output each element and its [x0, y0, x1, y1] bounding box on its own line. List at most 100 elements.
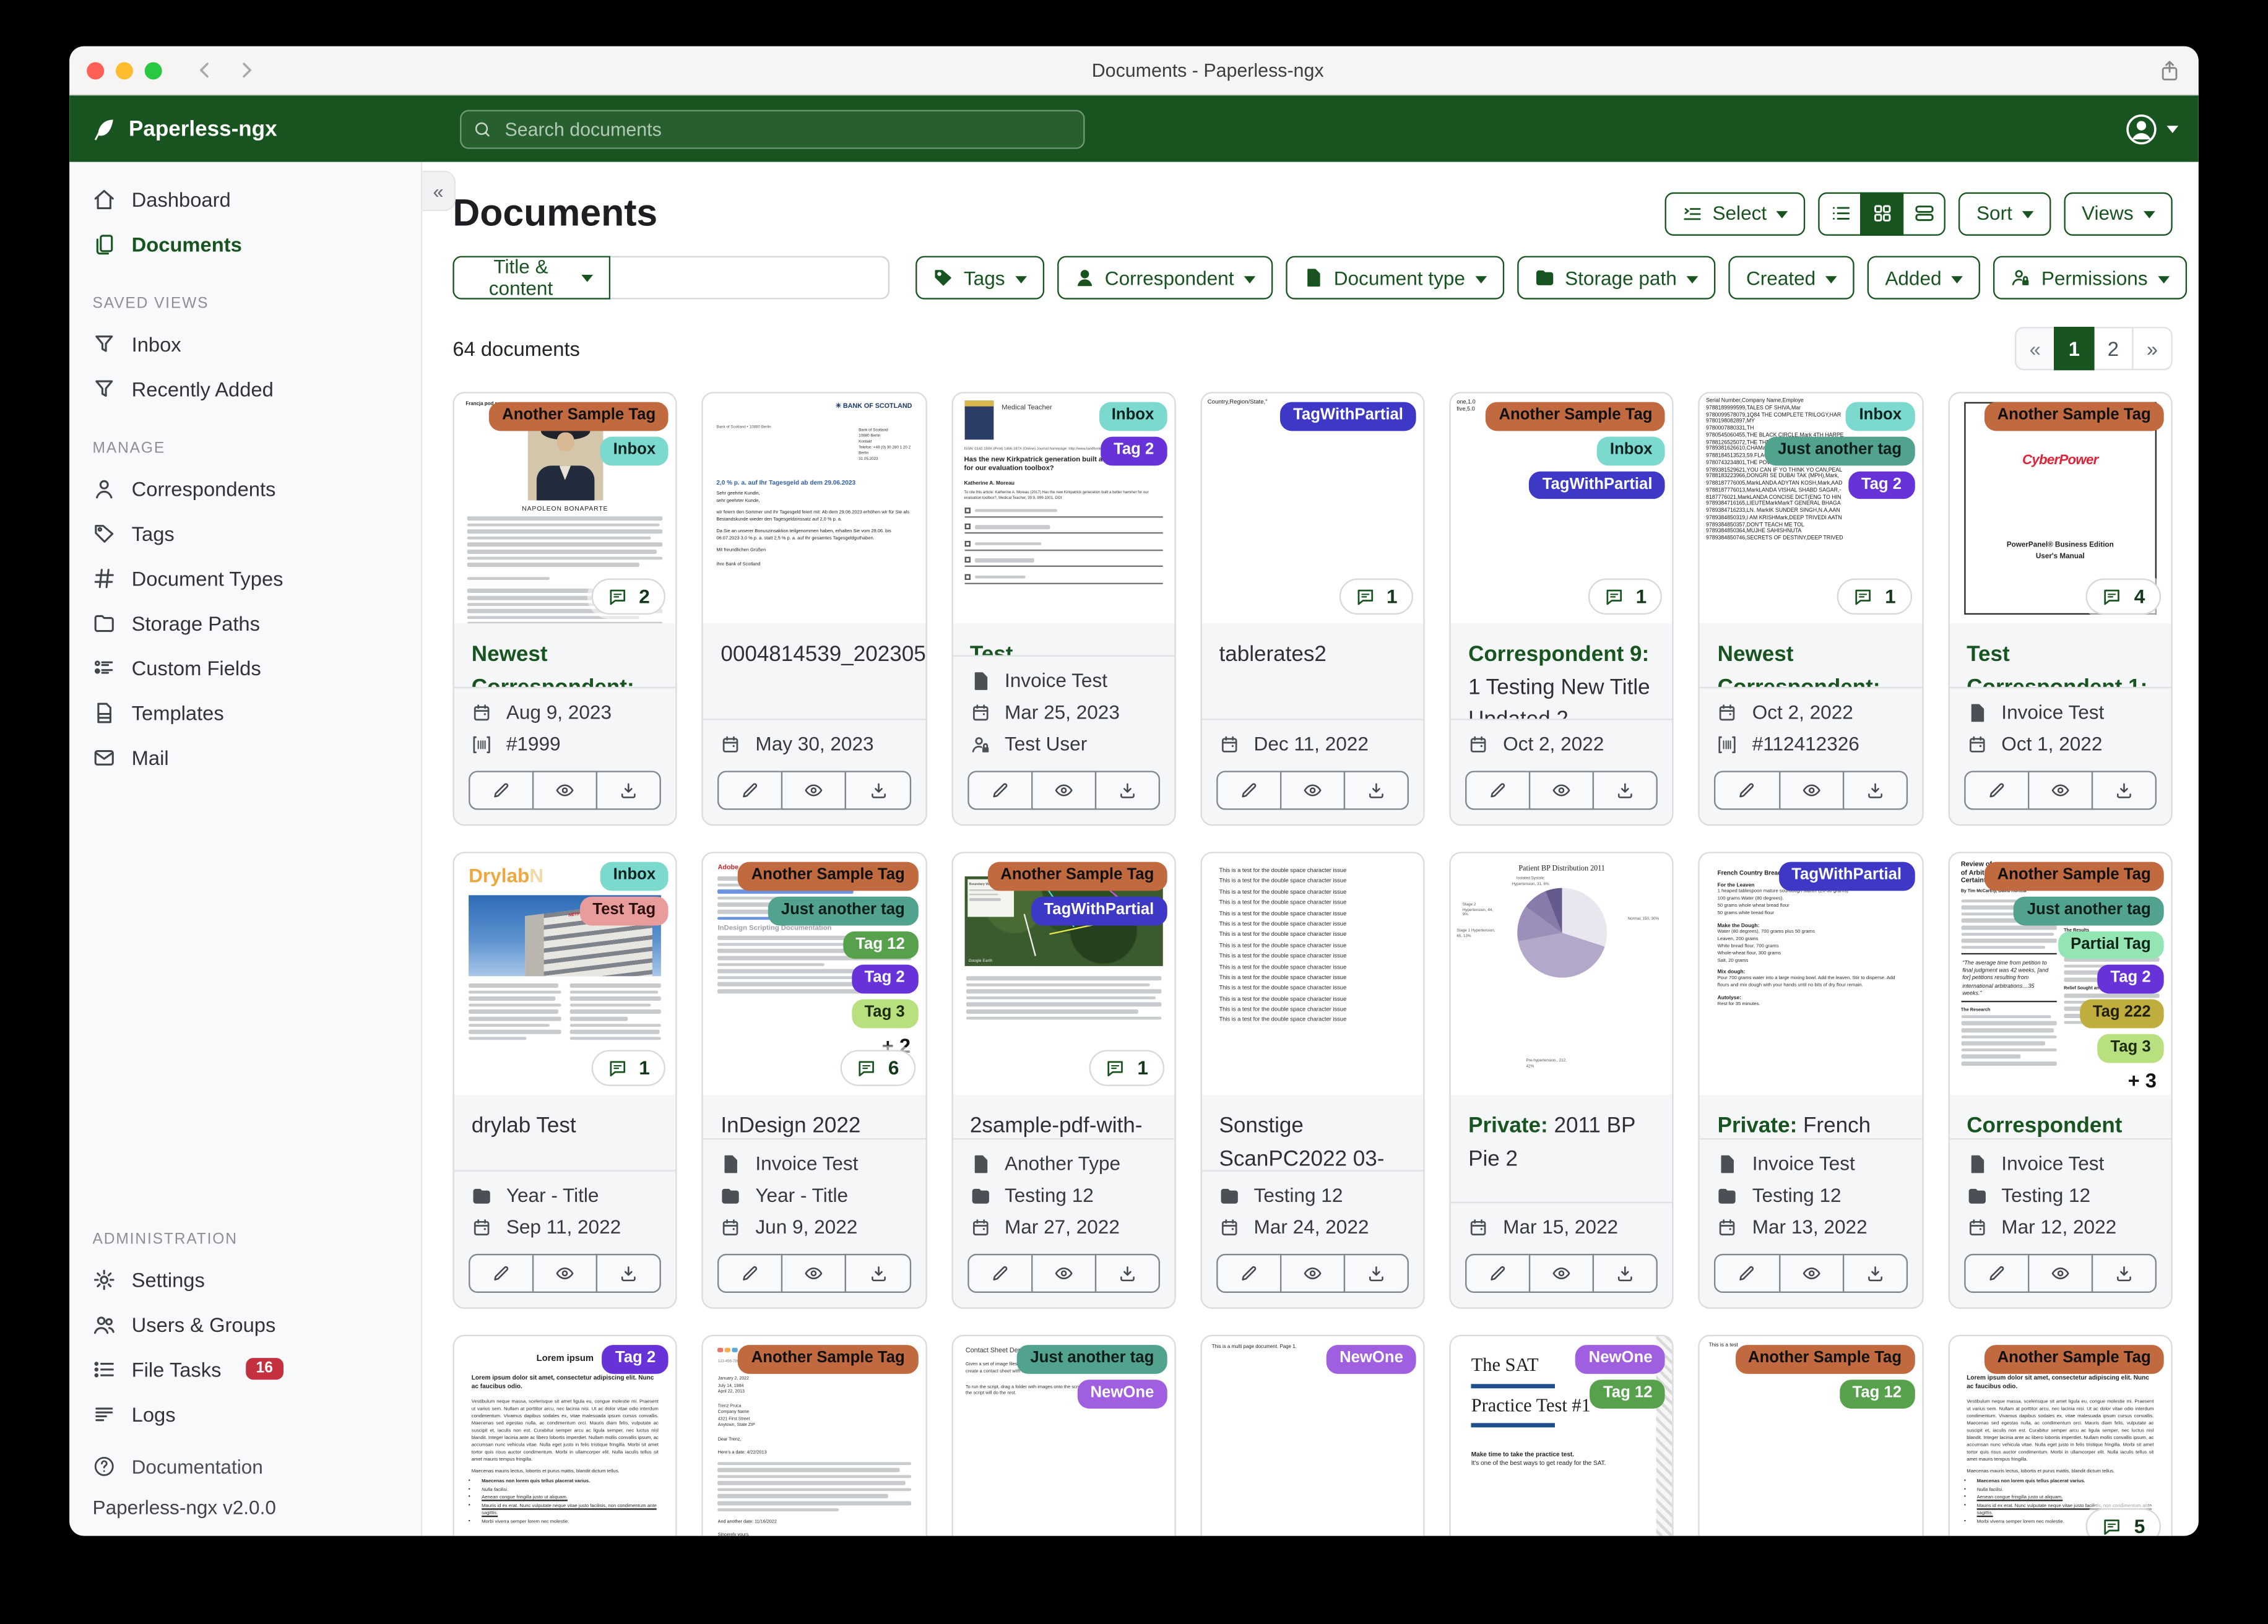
- document-thumbnail[interactable]: Adobe InDesign Scripting Documentation Ano…: [703, 853, 925, 1095]
- filter-tags-button[interactable]: Tags: [915, 256, 1044, 300]
- close-window-button[interactable]: [87, 61, 105, 79]
- document-card[interactable]: Francja pod r NAPOLEON BONAPARTE Another S…: [452, 392, 678, 826]
- tag-chip[interactable]: Just another tag: [2014, 896, 2164, 925]
- tag-chip[interactable]: Tag 222: [2079, 999, 2164, 1028]
- sidebar-item-custom-fields[interactable]: Custom Fields: [69, 645, 421, 689]
- document-thumbnail[interactable]: The SAT Practice Test #1 Make time to take…: [1451, 1336, 1673, 1536]
- document-thumbnail[interactable]: Contact Sheet Demo Given a set of image f…: [952, 1336, 1175, 1536]
- document-card[interactable]: French Country Bread For the Leaven 1 heap…: [1699, 852, 1924, 1309]
- tag-chip[interactable]: Another Sample Tag: [1984, 402, 2164, 431]
- tag-chip[interactable]: Tag 12: [842, 930, 918, 959]
- document-card[interactable]: This is a test Another Sample Tag Tag 12: [1699, 1334, 1924, 1536]
- document-card[interactable]: Lorem ipsumLorem ipsum dolor sit amet, c…: [1947, 1334, 2173, 1536]
- edit-document-button[interactable]: [1216, 771, 1282, 810]
- edit-document-button[interactable]: [469, 771, 534, 810]
- preview-document-button[interactable]: [1778, 771, 1844, 810]
- document-thumbnail[interactable]: ✳ BANK OF SCOTLAND Bank of Scotland • 108…: [703, 393, 925, 624]
- download-document-button[interactable]: [1343, 1253, 1409, 1294]
- tag-chip[interactable]: Another Sample Tag: [1984, 862, 2164, 891]
- tag-chip[interactable]: TagWithPartial: [1280, 402, 1416, 431]
- tag-chip[interactable]: Just another tag: [1017, 1345, 1167, 1374]
- tag-chip[interactable]: Tag 12: [1839, 1379, 1915, 1408]
- filter-added-button[interactable]: Added: [1868, 256, 1981, 300]
- correspondent-name[interactable]: Newest Correspondent: [472, 642, 627, 686]
- document-card[interactable]: The SAT Practice Test #1 Make time to take…: [1449, 1334, 1674, 1536]
- document-thumbnail[interactable]: This is a multi page document. Page 1. Ne…: [1201, 1336, 1424, 1536]
- document-card[interactable]: This is a multi page document. Page 1. Ne…: [1200, 1334, 1425, 1536]
- document-title[interactable]: Correspondent 9: 1 Testing New Title Upd…: [1451, 623, 1673, 719]
- tag-chip[interactable]: Test Tag: [579, 896, 669, 925]
- sidebar-item-inbox[interactable]: Inbox: [69, 321, 421, 366]
- filter-document-type-button[interactable]: Document type: [1286, 256, 1504, 300]
- sort-button[interactable]: Sort: [1959, 191, 2051, 235]
- sidebar-item-correspondents[interactable]: Correspondents: [69, 465, 421, 510]
- document-title[interactable]: tablerates2: [1201, 623, 1423, 719]
- back-icon[interactable]: [194, 59, 215, 81]
- download-document-button[interactable]: [845, 1253, 911, 1294]
- sidebar-item-users-groups[interactable]: Users & Groups: [69, 1302, 421, 1346]
- download-document-button[interactable]: [1343, 771, 1409, 810]
- pagination-page-2[interactable]: 2: [2093, 327, 2134, 371]
- correspondent-name[interactable]: Test Correspondent 1: [1967, 642, 2140, 686]
- tag-chip[interactable]: Partial Tag: [2058, 930, 2164, 959]
- tag-chip[interactable]: Another Sample Tag: [1734, 1345, 1915, 1374]
- preview-document-button[interactable]: [1031, 771, 1096, 810]
- document-thumbnail[interactable]: Medical Teacher ISSN: 0142-159X (Print) 1…: [952, 393, 1175, 624]
- comments-badge[interactable]: 1: [1089, 1050, 1164, 1086]
- minimize-window-button[interactable]: [115, 61, 133, 79]
- download-document-button[interactable]: [1842, 1253, 1908, 1294]
- tag-chip[interactable]: Inbox: [1846, 402, 1915, 431]
- preview-document-button[interactable]: [1529, 1253, 1595, 1294]
- sidebar-item-documentation[interactable]: Documentation: [93, 1448, 398, 1485]
- download-document-button[interactable]: [596, 771, 662, 810]
- document-card[interactable]: This is a test for the double space char…: [1200, 852, 1425, 1309]
- document-title[interactable]: 2sample-pdf-with-images: [953, 1095, 1174, 1138]
- download-document-button[interactable]: [1842, 771, 1908, 810]
- document-card[interactable]: Review ofof Arbitral AwardsCertainty of …: [1947, 852, 2173, 1309]
- download-document-button[interactable]: [845, 771, 911, 810]
- sidebar-item-documents[interactable]: Documents: [69, 222, 421, 266]
- search-bar[interactable]: [460, 109, 1085, 149]
- sidebar-item-document-types[interactable]: Document Types: [69, 555, 421, 600]
- document-title[interactable]: 0004814539_20230531: [703, 623, 925, 719]
- tag-chip[interactable]: Tag 2: [2097, 965, 2164, 994]
- tag-chip[interactable]: TagWithPartial: [1529, 470, 1666, 499]
- tag-chip[interactable]: Just another tag: [1765, 436, 1915, 465]
- document-thumbnail[interactable]: French Country Bread For the Leaven 1 heap…: [1700, 853, 1922, 1095]
- document-card[interactable]: Test Name123-456-7890January 2, 2022July…: [701, 1334, 927, 1536]
- download-document-button[interactable]: [2091, 1253, 2157, 1294]
- correspondent-name[interactable]: Private: [1468, 1113, 1541, 1138]
- document-title[interactable]: drylab Test: [454, 1095, 676, 1170]
- edit-document-button[interactable]: [1714, 771, 1780, 810]
- view-detail-button[interactable]: [1902, 191, 1946, 235]
- sidebar-item-settings[interactable]: Settings: [69, 1257, 421, 1302]
- document-thumbnail[interactable]: Test Name123-456-7890January 2, 2022July…: [703, 1336, 925, 1536]
- document-thumbnail[interactable]: Serial Number,Company Name,Employe 978818…: [1700, 393, 1922, 624]
- document-thumbnail[interactable]: CyberPower PowerPanel® Business Edition Us…: [1949, 393, 2171, 624]
- tag-chip[interactable]: Tag 3: [2097, 1034, 2164, 1063]
- tag-chip[interactable]: Inbox: [600, 862, 669, 891]
- document-title[interactable]: Sonstige ScanPC2022 03-24_081058: [1201, 1095, 1423, 1170]
- tag-chip[interactable]: Tag 2: [1101, 436, 1167, 465]
- edit-document-button[interactable]: [717, 771, 784, 810]
- search-field-selector[interactable]: Title & content: [452, 256, 611, 300]
- tag-chip[interactable]: Inbox: [600, 436, 669, 465]
- document-thumbnail[interactable]: This is a test Another Sample Tag Tag 12: [1700, 1336, 1922, 1536]
- preview-document-button[interactable]: [2027, 771, 2093, 810]
- edit-document-button[interactable]: [967, 1253, 1032, 1294]
- tag-chip[interactable]: NewOne: [1327, 1345, 1416, 1374]
- edit-document-button[interactable]: [967, 771, 1032, 810]
- document-thumbnail[interactable]: Lorem ipsumLorem ipsum dolor sit amet, c…: [1949, 1336, 2171, 1536]
- preview-document-button[interactable]: [2027, 1253, 2093, 1294]
- download-document-button[interactable]: [1094, 1253, 1160, 1294]
- tag-chip[interactable]: Tag 12: [1590, 1379, 1666, 1408]
- document-title[interactable]: Private: 2011 BP Pie 2: [1451, 1095, 1673, 1202]
- document-thumbnail[interactable]: one,1.0 five,5.0 Another Sample Tag Inbox Ta…: [1451, 393, 1673, 624]
- sidebar-item-tags[interactable]: Tags: [69, 511, 421, 555]
- document-title[interactable]: Newest Correspondent: H7_Napoleon_Bonapa…: [454, 623, 676, 686]
- document-title[interactable]: Private: French Country Bread Revised.do…: [1700, 1095, 1922, 1138]
- document-title[interactable]: Correspondent 14: Review-of-New-York-Fed…: [1949, 1095, 2171, 1138]
- preview-document-button[interactable]: [781, 1253, 847, 1294]
- tag-chip[interactable]: Just another tag: [768, 896, 918, 925]
- edit-document-button[interactable]: [1963, 771, 2029, 810]
